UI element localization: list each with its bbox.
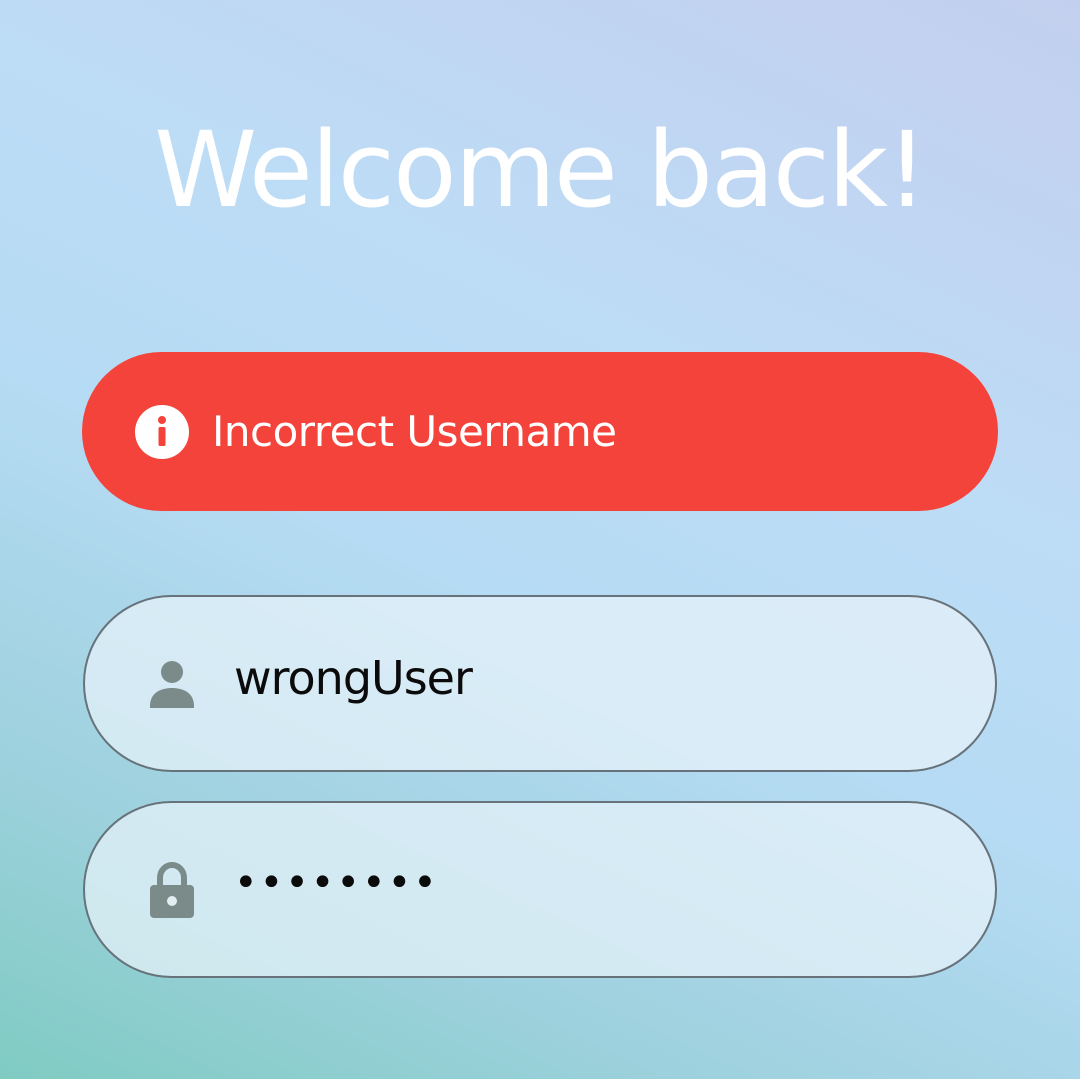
username-input[interactable]: [234, 650, 914, 705]
username-field[interactable]: [83, 595, 997, 772]
info-icon: [135, 404, 189, 459]
person-icon: [148, 654, 196, 714]
password-field[interactable]: [83, 801, 997, 978]
page-title: Welcome back!: [154, 109, 928, 231]
error-message: Incorrect Username: [212, 407, 617, 456]
error-banner: Incorrect Username: [82, 352, 998, 511]
lock-icon: [148, 860, 196, 920]
password-input[interactable]: [234, 859, 914, 906]
